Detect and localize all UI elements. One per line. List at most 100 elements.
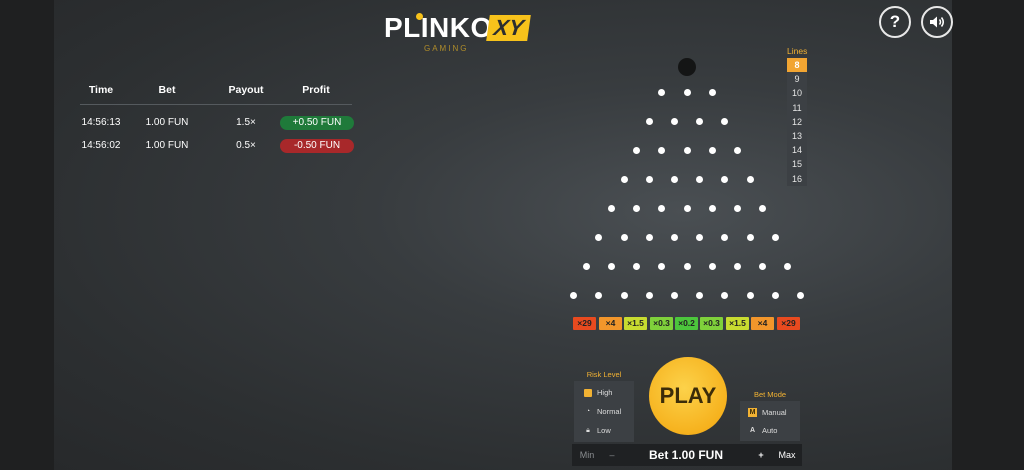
peg — [645, 291, 653, 299]
peg — [620, 291, 628, 299]
plinko-xy-logo: PLINKO XY GAMING — [384, 10, 534, 55]
multiplier-bucket: ×29 — [573, 317, 596, 330]
lines-option-13[interactable]: 13 — [787, 128, 807, 144]
peg — [721, 117, 729, 125]
lines-option-10[interactable]: 10 — [787, 86, 807, 101]
peg — [796, 291, 804, 299]
mode-manual-option[interactable]: M Manual — [740, 403, 800, 421]
profit-badge: +0.50 FUN — [280, 115, 354, 130]
lines-option-14[interactable]: 14 — [787, 143, 807, 158]
multiplier-bucket: ×1.5 — [624, 317, 647, 330]
risk-normal-option[interactable]: ◔ Normal — [574, 402, 634, 421]
risk-normal-label: Normal — [597, 407, 622, 416]
col-bet: Bet — [158, 84, 176, 96]
lines-title: Lines — [787, 46, 808, 56]
risk-level-group: Risk Level High ◔ Normal 🔒︎ Low — [574, 370, 634, 442]
row-payout: 0.5× — [236, 140, 256, 151]
right-letterbox — [952, 0, 1024, 470]
peg — [633, 262, 641, 270]
peg — [708, 204, 716, 212]
max-bet-button[interactable]: Max — [772, 450, 802, 460]
table-row: 14:56:13 1.00 FUN 1.5× +0.50 FUN — [80, 111, 354, 134]
peg — [670, 233, 678, 241]
multiplier-bucket: ×29 — [777, 317, 800, 330]
peg — [746, 175, 754, 183]
sound-button[interactable] — [921, 6, 953, 38]
peg — [645, 117, 653, 125]
peg — [620, 175, 628, 183]
risk-high-label: High — [597, 388, 613, 397]
peg — [670, 117, 678, 125]
peg — [595, 291, 603, 299]
game-stage — [54, 0, 952, 470]
left-letterbox — [0, 0, 54, 470]
peg — [582, 262, 590, 270]
peg — [746, 291, 754, 299]
peg — [683, 262, 691, 270]
peg — [696, 291, 704, 299]
multiplier-bucket: ×0.3 — [700, 317, 723, 330]
risk-high-option[interactable]: High — [574, 383, 634, 402]
multiplier-bucket: ×1.5 — [726, 317, 749, 330]
mode-auto-option[interactable]: A Auto — [740, 421, 800, 439]
risk-low-option[interactable]: 🔒︎ Low — [574, 421, 634, 440]
peg — [733, 204, 741, 212]
peg — [670, 175, 678, 183]
col-time: Time — [88, 84, 114, 96]
peg — [721, 175, 729, 183]
table-row: 14:56:02 1.00 FUN 0.5× -0.50 FUN — [80, 134, 354, 157]
col-profit: Profit — [302, 84, 330, 96]
lines-option-9[interactable]: 9 — [787, 72, 807, 87]
lines-option-12[interactable]: 12 — [787, 114, 807, 129]
peg — [683, 88, 691, 96]
row-time: 14:56:13 — [81, 117, 121, 128]
row-bet: 1.00 FUN — [145, 140, 189, 151]
decrease-bet-button[interactable]: – — [602, 450, 622, 460]
bet-amount-value: Bet 1.00 FUN — [648, 448, 724, 462]
increase-bet-button[interactable]: + — [750, 450, 772, 460]
peg — [784, 262, 792, 270]
mode-manual-label: Manual — [762, 407, 787, 417]
bet-mode-group: Bet Mode M Manual A Auto — [740, 390, 800, 441]
multiplier-bucket: ×0.3 — [650, 317, 673, 330]
peg — [771, 233, 779, 241]
peg — [733, 146, 741, 154]
peg — [645, 233, 653, 241]
peg — [670, 291, 678, 299]
bet-history-table: Time Bet Payout Profit 14:56:13 1.00 FUN… — [80, 84, 354, 157]
col-payout: Payout — [228, 84, 264, 96]
peg — [658, 262, 666, 270]
multiplier-bucket: ×4 — [599, 317, 622, 330]
lines-option-16[interactable]: 16 — [787, 171, 807, 186]
min-bet-button[interactable]: Min — [572, 450, 602, 460]
peg — [733, 262, 741, 270]
peg — [633, 204, 641, 212]
lines-option-8[interactable]: 8 — [787, 58, 807, 73]
peg — [607, 262, 615, 270]
manual-icon: M — [748, 407, 757, 417]
logo-text: PLINKO — [384, 12, 493, 43]
logo-dot — [416, 13, 423, 20]
lines-selector: Lines 8 9 10 11 12 13 14 15 16 — [787, 46, 807, 186]
gauge-icon: ◔ — [585, 408, 591, 415]
help-icon: ? — [889, 12, 901, 31]
peg — [721, 233, 729, 241]
play-button[interactable]: PLAY — [649, 357, 727, 435]
peg — [759, 204, 767, 212]
lines-option-15[interactable]: 15 — [787, 157, 807, 172]
peg — [696, 233, 704, 241]
peg — [708, 146, 716, 154]
peg — [771, 291, 779, 299]
bet-amount-bar: Min – Bet 1.00 FUN + Max — [572, 444, 802, 466]
peg — [683, 146, 691, 154]
peg — [620, 233, 628, 241]
logo-badge: XY — [486, 15, 532, 41]
bet-mode-title: Bet Mode — [753, 390, 787, 399]
help-button[interactable]: ? — [879, 6, 911, 38]
peg — [696, 117, 704, 125]
control-panel: Risk Level High ◔ Normal 🔒︎ Low PLAY Bet… — [572, 357, 802, 466]
history-header: Time Bet Payout Profit — [80, 84, 352, 105]
lines-option-11[interactable]: 11 — [787, 100, 807, 115]
peg — [633, 146, 641, 154]
peg — [696, 175, 704, 183]
